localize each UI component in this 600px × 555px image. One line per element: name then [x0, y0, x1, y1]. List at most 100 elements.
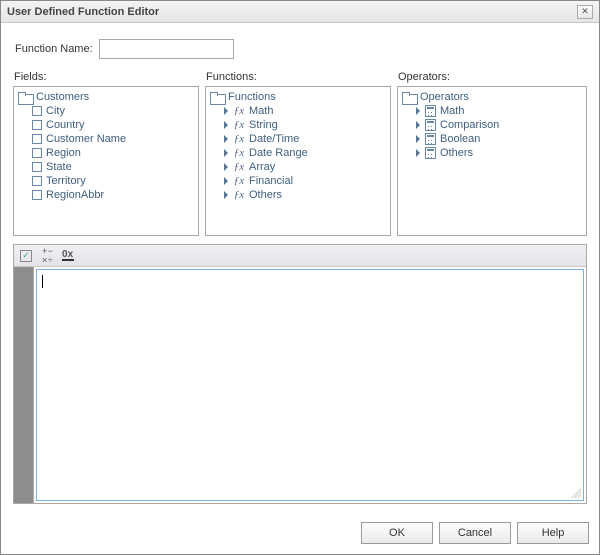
line-gutter: [14, 267, 34, 503]
field-item[interactable]: Customer Name: [30, 132, 196, 146]
field-item-label: Territory: [46, 175, 86, 187]
fx-icon: ƒx: [233, 175, 245, 187]
zero-x-icon: 0x: [62, 251, 74, 261]
operators-column: Operators: Operators Math Comparison Boo…: [397, 71, 587, 236]
field-item-label: State: [46, 161, 72, 173]
function-category[interactable]: ƒx String: [222, 118, 388, 132]
calculator-icon: [425, 119, 436, 131]
field-item[interactable]: Region: [30, 146, 196, 160]
expander-icon: [224, 191, 228, 199]
function-category-label: Math: [249, 105, 273, 117]
field-item[interactable]: City: [30, 104, 196, 118]
operator-category[interactable]: Comparison: [414, 118, 584, 132]
operators-tree[interactable]: Operators Math Comparison Boolean Others: [397, 86, 587, 236]
fields-subtree: City Country Customer Name Region State …: [30, 104, 196, 202]
function-category[interactable]: ƒxMath: [222, 104, 388, 118]
editor-body: [14, 267, 586, 503]
operators-label: Operators:: [398, 71, 587, 83]
cancel-button[interactable]: Cancel: [439, 522, 511, 544]
hex-button[interactable]: 0x: [62, 251, 74, 261]
field-icon: [32, 120, 42, 130]
expander-icon: [416, 149, 420, 157]
expander-icon: [224, 121, 228, 129]
dialog-window: User Defined Function Editor ✕ Function …: [0, 0, 600, 555]
calculator-icon: [425, 147, 436, 159]
fields-tree[interactable]: Customers City Country Customer Name Reg…: [13, 86, 199, 236]
calculator-icon: [425, 133, 436, 145]
function-category-label: Array: [249, 161, 275, 173]
operator-category[interactable]: Math: [414, 104, 584, 118]
check-icon: ✓: [20, 250, 32, 262]
field-item-label: Region: [46, 147, 81, 159]
operators-root-node[interactable]: Operators: [400, 90, 584, 104]
field-item[interactable]: Country: [30, 118, 196, 132]
function-category-label: Others: [249, 189, 282, 201]
function-name-input[interactable]: [99, 39, 234, 59]
operator-category-label: Math: [440, 105, 464, 117]
field-item[interactable]: Territory: [30, 174, 196, 188]
field-icon: [32, 190, 42, 200]
editor-toolbar: ✓ + −× ÷ 0x: [14, 245, 586, 267]
field-icon: [32, 162, 42, 172]
operator-category[interactable]: Boolean: [414, 132, 584, 146]
fx-icon: ƒx: [233, 189, 245, 201]
operator-category-label: Boolean: [440, 133, 480, 145]
expander-icon: [224, 163, 228, 171]
zero-x-text: 0x: [62, 251, 73, 259]
field-item[interactable]: RegionAbbr: [30, 188, 196, 202]
field-item[interactable]: State: [30, 160, 196, 174]
operator-category-label: Others: [440, 147, 473, 159]
fx-icon: ƒx: [233, 147, 245, 159]
fields-root-node[interactable]: Customers: [16, 90, 196, 104]
help-button[interactable]: Help: [517, 522, 589, 544]
underline-bar: [62, 259, 74, 261]
functions-root-label: Functions: [228, 91, 276, 103]
expander-icon: [416, 107, 420, 115]
expression-textarea[interactable]: [36, 269, 584, 501]
field-item-label: City: [46, 105, 65, 117]
function-category[interactable]: ƒxFinancial: [222, 174, 388, 188]
fx-icon: ƒx: [233, 119, 245, 131]
folder-icon: [18, 92, 32, 103]
folder-icon: [210, 92, 224, 103]
operator-category[interactable]: Others: [414, 146, 584, 160]
fx-icon: ƒx: [233, 133, 245, 145]
field-icon: [32, 106, 42, 116]
function-category[interactable]: ƒxArray: [222, 160, 388, 174]
expander-icon: [416, 135, 420, 143]
content-area: Function Name: Fields: Customers City Co…: [1, 23, 599, 514]
field-icon: [32, 134, 42, 144]
fields-root-label: Customers: [36, 91, 89, 103]
fields-column: Fields: Customers City Country Customer …: [13, 71, 199, 236]
function-category-label: String: [249, 119, 278, 131]
expander-icon: [416, 121, 420, 129]
dialog-buttons: OK Cancel Help: [1, 514, 599, 554]
function-category[interactable]: ƒx Others: [222, 188, 388, 202]
expander-icon: [224, 135, 228, 143]
text-cursor: [42, 275, 43, 288]
function-category-label: Date/Time: [249, 133, 299, 145]
function-category-label: Date Range: [249, 147, 308, 159]
operator-category-label: Comparison: [440, 119, 499, 131]
folder-icon: [402, 92, 416, 103]
selector-columns: Fields: Customers City Country Customer …: [13, 71, 587, 236]
plus-minus-icon: + −× ÷: [42, 247, 52, 265]
validate-button[interactable]: ✓: [20, 250, 32, 262]
expression-editor: ✓ + −× ÷ 0x: [13, 244, 587, 504]
field-icon: [32, 176, 42, 186]
operators-button[interactable]: + −× ÷: [42, 247, 52, 265]
close-button[interactable]: ✕: [577, 5, 593, 19]
function-category[interactable]: ƒx Date Range: [222, 146, 388, 160]
functions-root-node[interactable]: Functions: [208, 90, 388, 104]
function-category[interactable]: ƒx Date/Time: [222, 132, 388, 146]
field-item-label: Country: [46, 119, 85, 131]
close-icon: ✕: [581, 6, 589, 17]
ok-button[interactable]: OK: [361, 522, 433, 544]
calculator-icon: [425, 105, 436, 117]
fields-label: Fields:: [14, 71, 199, 83]
operators-subtree: Math Comparison Boolean Others: [414, 104, 584, 160]
functions-tree[interactable]: Functions ƒxMath ƒxString ƒxDate/Time ƒx…: [205, 86, 391, 236]
functions-column: Functions: Functions ƒxMath ƒxString ƒxD…: [205, 71, 391, 236]
resize-grip[interactable]: [571, 488, 581, 498]
expander-icon: [224, 177, 228, 185]
